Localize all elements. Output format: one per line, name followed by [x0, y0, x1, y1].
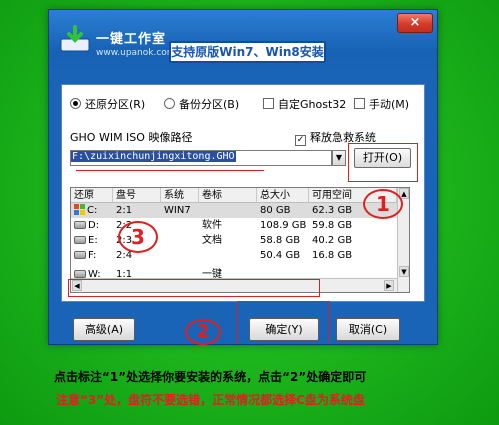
drive-letter: E: [88, 235, 98, 246]
total-size: 50.4 GB [260, 250, 301, 261]
system-name [161, 248, 164, 263]
scroll-right-icon[interactable]: ▶ [384, 280, 394, 291]
free-space: 16.8 GB [312, 250, 353, 261]
free-space: 62.3 GB [312, 205, 353, 216]
logo-icon [59, 25, 91, 55]
disk-number: 2:1 [116, 205, 133, 216]
free-space: 40.2 GB [312, 235, 353, 246]
restore-label: 还原分区(R) [85, 98, 146, 111]
drive-icon [74, 251, 86, 259]
manual-checkbox[interactable]: 手动(M) [354, 96, 409, 112]
restore-radio[interactable]: 还原分区(R) [70, 96, 145, 112]
image-path-input[interactable]: F:\zuixinchunjingxitong.GHO [70, 150, 332, 166]
backup-label: 备份分区(B) [179, 98, 240, 111]
brand-title: 一键工作室 [96, 32, 167, 47]
backup-radio[interactable]: 备份分区(B) [164, 96, 239, 112]
checkmark-icon: ✓ [295, 135, 306, 146]
path-dropdown-button[interactable]: ▼ [332, 150, 346, 166]
ok-highlight-annotation [237, 301, 330, 344]
custom-ghost-label: 自定Ghost32 [278, 98, 347, 111]
volume-label: 文档 [202, 235, 222, 246]
close-button[interactable]: × [397, 13, 433, 33]
col-header-system[interactable]: 系统 [161, 188, 199, 203]
slogan-badge: 支持原版Win7、Win8安装 [169, 41, 326, 63]
radio-selected-icon [70, 98, 81, 109]
drive-icon [74, 221, 86, 229]
volume-label [199, 248, 202, 263]
path-underline-annotation [76, 170, 264, 171]
row-highlight-annotation [68, 279, 320, 297]
system-name [161, 233, 164, 248]
open-highlight-annotation [348, 143, 418, 182]
instruction-note: 点击标注“1”处选择你要安装的系统，点击“2”处确定即可 [54, 370, 367, 384]
col-header-disk[interactable]: 盘号 [113, 188, 161, 203]
path-label: GHO WIM ISO 映像路径 [70, 131, 193, 144]
table-row[interactable]: F: 2:4 50.4 GB 16.8 GB [71, 248, 397, 263]
custom-ghost-checkbox[interactable]: 自定Ghost32 [263, 96, 346, 112]
drive-letter: C: [87, 205, 98, 216]
total-size: 58.8 GB [260, 235, 301, 246]
volume-label: 一键 [202, 269, 222, 278]
manual-label: 手动(M) [369, 98, 410, 111]
drive-icon [74, 270, 86, 278]
col-header-restore[interactable]: 还原 [71, 188, 113, 203]
total-size: 108.9 GB [260, 220, 307, 231]
col-header-label[interactable]: 卷标 [199, 188, 257, 203]
system-name: WIN7 [164, 205, 191, 216]
close-icon: × [409, 15, 421, 30]
advanced-button[interactable]: 高级(A) [73, 318, 135, 341]
checkbox-icon [263, 98, 274, 109]
warning-note: 注意“3”处，盘符不要选错，正常情况都选择C盘为系统盘 [56, 393, 365, 407]
system-name [161, 218, 164, 233]
windows-logo-icon [74, 204, 85, 215]
chevron-down-icon: ▼ [335, 153, 343, 162]
disk-number: 1:1 [116, 269, 133, 278]
free-space: 59.8 GB [312, 220, 353, 231]
callout-2: 2 [185, 319, 221, 345]
path-value: F:\zuixinchunjingxitong.GHO [71, 151, 236, 162]
radio-icon [164, 98, 175, 109]
table-row[interactable]: W: 1:1 一键 [71, 263, 397, 278]
volume-label [199, 203, 202, 218]
total-size: 80 GB [260, 205, 291, 216]
callout-3: 3 [118, 221, 158, 253]
drive-letter: D: [88, 220, 100, 231]
checkbox-icon [354, 98, 365, 109]
table-row[interactable]: C: 2:1 WIN7 80 GB 62.3 GB [71, 203, 397, 218]
volume-label: 软件 [202, 220, 222, 231]
col-header-total[interactable]: 总大小 [257, 188, 309, 203]
drive-icon [74, 236, 86, 244]
banner: 一键工作室 www.upanok.com 支持原版Win7、Win8安装 × [49, 10, 437, 78]
brand-url: www.upanok.com [96, 48, 176, 58]
scroll-down-icon[interactable]: ▼ [399, 266, 409, 277]
drive-letter: F: [88, 250, 97, 261]
drive-letter: W: [88, 269, 101, 278]
cancel-button[interactable]: 取消(C) [336, 318, 400, 341]
callout-1: 1 [363, 189, 403, 219]
